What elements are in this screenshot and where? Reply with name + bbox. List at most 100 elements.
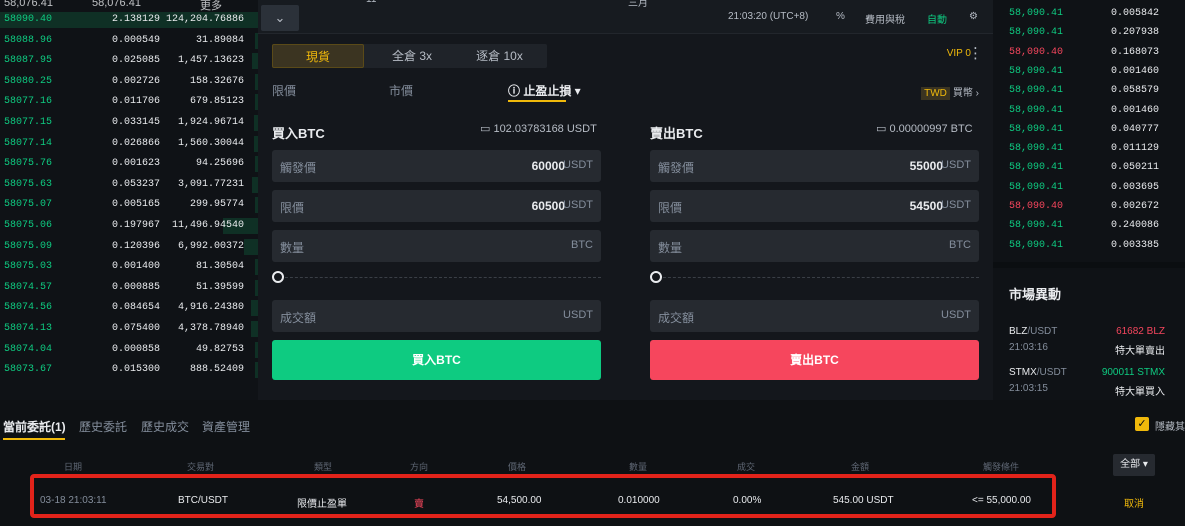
more-options-icon[interactable]: ⋮	[968, 44, 983, 62]
order-book-left: 58,076.41 58,076.41 更多 58090.40 2.138129 1…	[0, 0, 258, 400]
filter-all-dropdown[interactable]: 全部 ▾	[1113, 454, 1155, 476]
trade-row[interactable]: 58,090.41 0.001460	[993, 101, 1185, 121]
buy-total-input[interactable]: 成交額 USDT	[272, 300, 601, 332]
trade-price: 58,090.41	[1009, 85, 1064, 97]
buy-limit-price-input[interactable]: 限價 60500 USDT	[272, 190, 601, 222]
trade-row[interactable]: 58,090.40 0.002672	[993, 197, 1185, 217]
tab-order-history[interactable]: 歷史委託	[79, 418, 127, 435]
order-book-price: 58075.07	[4, 199, 53, 211]
sell-trigger-price-input[interactable]: 觸發價 55000 USDT	[650, 150, 979, 182]
field-label: 觸發價	[658, 161, 695, 175]
sell-limit-price-input[interactable]: 限價 54500 USDT	[650, 190, 979, 222]
order-book-row[interactable]: 58074.57 0.000885 51.39599	[0, 278, 258, 298]
order-book-row[interactable]: 58075.07 0.005165 299.95774	[0, 195, 258, 215]
order-form-area: ⌄ 11 三月 21:03:20 (UTC+8) % 費用與稅 自動 ⚙ 現貨 …	[258, 0, 993, 400]
trade-row[interactable]: 58,090.40 0.168073	[993, 43, 1185, 63]
sell-btc-button[interactable]: 賣出BTC	[650, 340, 979, 380]
trade-row[interactable]: 58,090.41 0.003385	[993, 236, 1185, 256]
field-unit: BTC	[571, 239, 593, 251]
order-type-limit[interactable]: 限價	[272, 82, 296, 99]
order-book-row[interactable]: 58075.03 0.001400 81.30504	[0, 257, 258, 277]
order-book-price: 58074.56	[4, 302, 53, 314]
highlight-annotation-box	[30, 474, 1056, 518]
sell-amount-slider[interactable]	[650, 271, 979, 285]
order-book-row[interactable]: 58077.14 0.026866 1,560.30044	[0, 134, 258, 154]
order-book-row[interactable]: 58075.76 0.001623 94.25696	[0, 154, 258, 174]
market-activity-panel: 市場異動 BLZ/USDT 21:03:16 61682 BLZ 特大單賣出 S…	[993, 262, 1185, 400]
trade-row[interactable]: 58,090.41 0.240086	[993, 216, 1185, 236]
trade-row[interactable]: 58,090.41 0.003695	[993, 178, 1185, 198]
order-book-amount: 0.000549	[111, 34, 160, 46]
trade-price: 58,090.41	[1009, 104, 1064, 116]
col-trigger: 觸發條件	[983, 462, 1020, 472]
col-amount: 金額	[851, 462, 870, 472]
order-book-price: 58075.76	[4, 158, 53, 170]
order-book-price: 58087.95	[4, 55, 53, 67]
buy-crypto-link[interactable]: TWD 買幣 ›	[921, 84, 979, 100]
order-book-price: 58080.25	[4, 75, 53, 87]
clock-text: 21:03:20 (UTC+8)	[728, 11, 809, 22]
order-book-total: 1,924.96714	[177, 117, 244, 128]
trade-row[interactable]: 58,090.41 0.207938	[993, 23, 1185, 43]
trade-row[interactable]: 58,090.41 0.001460	[993, 62, 1185, 82]
symbol-quote: /USDT	[1027, 326, 1058, 337]
trade-price: 58,090.41	[1009, 65, 1064, 77]
slider-handle[interactable]	[650, 271, 662, 283]
tab-isolated-margin[interactable]: 逐倉 10x	[457, 44, 542, 68]
fees-link[interactable]: 費用與稅	[865, 11, 905, 26]
order-book-row[interactable]: 58075.63 0.053237 3,091.77231	[0, 175, 258, 195]
field-value: 60000	[531, 159, 565, 173]
order-book-amount: 0.011706	[111, 96, 160, 108]
field-label: 成交額	[280, 311, 317, 325]
trade-price: 58,090.41	[1009, 181, 1064, 193]
order-book-row[interactable]: 58075.09 0.120396 6,992.00372	[0, 237, 258, 257]
trade-row[interactable]: 58,090.41 0.011129	[993, 139, 1185, 159]
buy-amount-slider[interactable]	[272, 271, 601, 285]
order-book-row[interactable]: 58090.40 2.138129 124,204.76886	[0, 10, 258, 30]
percent-toggle[interactable]: %	[836, 11, 845, 22]
tab-open-orders[interactable]: 當前委託(1)	[3, 418, 66, 435]
tab-cross-margin[interactable]: 全倉 3x	[372, 44, 452, 68]
chart-toolbar: ⌄ 11 三月 21:03:20 (UTC+8) % 費用與稅 自動 ⚙	[258, 0, 993, 34]
order-type-stop-limit[interactable]: ⓘ 止盈止損 ▾	[508, 82, 581, 99]
buy-quantity-input[interactable]: 數量 BTC	[272, 230, 601, 262]
order-book-row[interactable]: 58074.04 0.000858 49.82753	[0, 340, 258, 360]
field-label: 限價	[658, 201, 683, 215]
order-book-total: 158.32676	[189, 75, 244, 87]
trade-row[interactable]: 58,090.41 0.005842	[993, 4, 1185, 24]
order-book-total: 94.25696	[195, 158, 244, 170]
hide-other-pairs-checkbox[interactable]: ✓	[1135, 417, 1149, 431]
order-book-total: 4,916.24380	[177, 302, 244, 314]
tab-trade-history[interactable]: 歷史成交	[141, 418, 189, 435]
order-book-row[interactable]: 58074.56 0.084654 4,916.24380	[0, 298, 258, 318]
order-book-total: 299.95774	[189, 199, 244, 211]
order-book-row[interactable]: 58087.95 0.025085 1,457.13623	[0, 51, 258, 71]
order-book-row[interactable]: 58077.15 0.033145 1,924.96714	[0, 113, 258, 133]
order-book-row[interactable]: 58088.96 0.000549 31.89084	[0, 31, 258, 51]
order-book-row[interactable]: 58077.16 0.011706 679.85123	[0, 92, 258, 112]
order-book-total: 3,091.77231	[177, 178, 244, 190]
trade-row[interactable]: 58,090.41 0.050211	[993, 158, 1185, 178]
tab-spot[interactable]: 現貨	[272, 44, 364, 68]
buy-trigger-price-input[interactable]: 觸發價 60000 USDT	[272, 150, 601, 182]
tab-asset-management[interactable]: 資產管理	[202, 418, 250, 435]
order-book-row[interactable]: 58075.06 0.197967 11,496.94540	[0, 216, 258, 236]
sell-quantity-input[interactable]: 數量 BTC	[650, 230, 979, 262]
gear-icon[interactable]: ⚙	[969, 11, 978, 22]
buy-btc-button[interactable]: 買入BTC	[272, 340, 601, 380]
auto-toggle[interactable]: 自動	[927, 11, 947, 26]
trade-price: 58,090.41	[1009, 123, 1064, 135]
sell-total-input[interactable]: 成交額 USDT	[650, 300, 979, 332]
order-book-total: 31.89084	[195, 34, 244, 46]
trade-row[interactable]: 58,090.41 0.058579	[993, 81, 1185, 101]
collapse-chevron-button[interactable]: ⌄	[261, 5, 299, 31]
order-book-row[interactable]: 58073.67 0.015300 888.52409	[0, 360, 258, 380]
order-book-row[interactable]: 58074.13 0.075400 4,378.78940	[0, 319, 258, 339]
order-book-row[interactable]: 58080.25 0.002726 158.32676	[0, 72, 258, 92]
slider-handle[interactable]	[272, 271, 284, 283]
order-type-market[interactable]: 市價	[389, 82, 413, 99]
market-activity-item[interactable]: BLZ/USDT 21:03:16 61682 BLZ 特大單賣出	[1009, 326, 1179, 366]
trade-price: 58,090.41	[1009, 143, 1064, 155]
trade-row[interactable]: 58,090.41 0.040777	[993, 120, 1185, 140]
cancel-order-link[interactable]: 取消	[1124, 495, 1144, 510]
